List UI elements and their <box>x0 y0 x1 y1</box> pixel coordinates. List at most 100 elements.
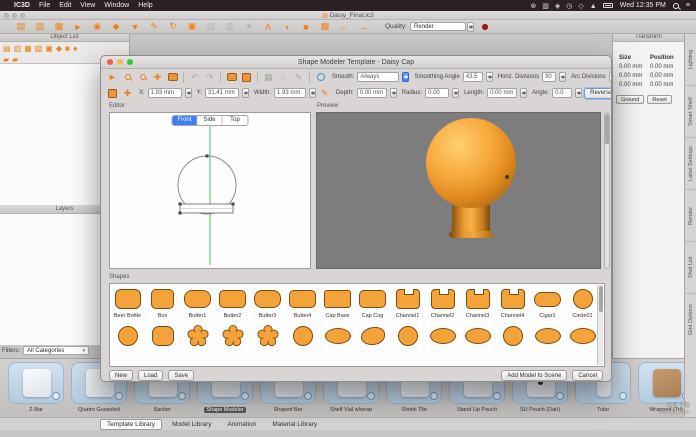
preview-canvas[interactable] <box>316 112 601 269</box>
shape-item[interactable] <box>495 321 530 348</box>
angle-field[interactable]: 0.0 <box>552 88 572 98</box>
shape-item-cigar1[interactable]: Cigar1 <box>530 284 565 319</box>
pen-tool-icon[interactable]: ✎ <box>147 21 161 32</box>
shape-item-channel3[interactable]: Channel3 <box>460 284 495 319</box>
shape-item-butter4[interactable]: Butter4 <box>285 284 320 319</box>
width-stepper[interactable] <box>309 88 316 98</box>
save-button[interactable]: Save <box>168 370 194 381</box>
duplicate-object-icon[interactable]: ▧ <box>35 44 43 53</box>
new-file-icon[interactable]: ▤ <box>14 21 28 32</box>
back-arrow-icon[interactable]: ← <box>337 22 351 32</box>
hand-tool-icon[interactable]: ◗ <box>280 22 294 32</box>
reset-button[interactable]: Reset <box>647 95 671 104</box>
side-tab-grid-options[interactable]: Grid Options <box>685 293 696 345</box>
smooth-dropdown[interactable]: Always <box>357 72 399 82</box>
new-button[interactable]: New <box>109 370 133 381</box>
side-tab-label-settings[interactable]: Label Settings <box>685 137 696 189</box>
cancel-button[interactable]: Cancel <box>572 370 603 381</box>
add-object-icon[interactable]: ▤ <box>3 44 11 53</box>
shape-item[interactable] <box>390 321 425 348</box>
shape-item[interactable] <box>250 321 285 348</box>
shape-item-channel1[interactable]: Channel1 <box>390 284 425 319</box>
shape-item[interactable] <box>320 321 355 348</box>
shape-item[interactable] <box>460 321 495 348</box>
width-field[interactable]: 1.93 mm <box>274 88 306 98</box>
undo-icon[interactable]: ↶ <box>188 71 201 84</box>
template-thumb-z-bar[interactable] <box>8 362 64 404</box>
shape-item[interactable] <box>565 321 600 348</box>
editor-canvas[interactable]: FrontSideTop <box>109 112 311 269</box>
group-object-icon[interactable]: ▦ <box>24 44 32 53</box>
cube-tool-icon[interactable]: ■ <box>299 22 313 32</box>
length-field[interactable]: 0.00 mm <box>487 88 517 98</box>
save-file-icon[interactable]: ▦ <box>52 21 66 32</box>
quality-stepper[interactable] <box>467 22 474 32</box>
tab-template-library[interactable]: Template Library <box>100 419 162 430</box>
import-tool-icon[interactable]: ▼ <box>128 22 142 32</box>
side-tab-render[interactable]: Render <box>685 189 696 241</box>
shape-item[interactable] <box>425 321 460 348</box>
arc-divisions-field[interactable]: 20 <box>609 72 611 82</box>
radius-stepper[interactable] <box>452 88 459 98</box>
hide-object-icon[interactable]: ◆ <box>56 44 62 53</box>
shape-item-cap-cog[interactable]: Cap Cog <box>355 284 390 319</box>
shape-item-circle01[interactable]: Circle01 <box>565 284 600 319</box>
length-stepper[interactable] <box>520 88 527 98</box>
shape-item[interactable] <box>355 321 390 348</box>
search-tool-icon[interactable]: ◉ <box>90 21 104 32</box>
tab-model-library[interactable]: Model Library <box>166 420 217 429</box>
arc-tool-icon[interactable]: ∩ <box>277 71 290 84</box>
y-field[interactable]: 31.41 mm <box>205 88 239 98</box>
fill-square-icon[interactable] <box>106 87 119 100</box>
shape-item[interactable] <box>530 321 565 348</box>
load-button[interactable]: Load <box>138 370 163 381</box>
x-field[interactable]: 1.93 mm <box>148 88 182 98</box>
marker-tool-icon[interactable] <box>240 71 253 84</box>
y-stepper[interactable] <box>242 88 249 98</box>
cursor-icon[interactable]: ► <box>106 71 119 84</box>
remove-object-icon[interactable]: ▥ <box>14 44 22 53</box>
shape-item-beer-bottle[interactable]: Beer Bottle <box>110 284 145 319</box>
zoom-region-icon[interactable] <box>136 71 149 84</box>
side-tab-shot-list[interactable]: Shot List <box>685 241 696 293</box>
shape-item-channel4[interactable]: Channel4 <box>495 284 530 319</box>
smoothing-angle-stepper[interactable] <box>486 72 493 82</box>
move-cross-icon[interactable]: ✚ <box>121 87 134 100</box>
shape-item[interactable] <box>110 321 145 348</box>
menu-ic3d[interactable]: IC3D <box>14 2 30 9</box>
dialog-titlebar[interactable]: Shape Modeler Template - Daisy Cap <box>101 56 611 69</box>
select-tool-icon[interactable]: ► <box>71 22 85 32</box>
pen-edit-tool-icon[interactable]: ✎ <box>292 71 305 84</box>
paint-tool-icon[interactable]: ◆ <box>109 21 123 32</box>
record-button[interactable] <box>482 24 488 30</box>
depth-field[interactable]: 0.00 mm <box>357 88 387 98</box>
lock-object-icon[interactable]: ▣ <box>45 44 53 53</box>
side-tab-lighting[interactable]: Lighting <box>685 33 696 85</box>
tab-material-library[interactable]: Material Library <box>266 420 323 429</box>
filters-dropdown[interactable]: All Categories ▾ <box>23 346 89 355</box>
rotate-tool-icon[interactable]: ↻ <box>166 21 180 32</box>
refresh-object-icon[interactable]: ● <box>73 44 78 53</box>
zoom-icon[interactable] <box>121 71 134 84</box>
rect-tool-icon[interactable] <box>225 71 238 84</box>
shape-item[interactable] <box>215 321 250 348</box>
depth-stepper[interactable] <box>390 88 397 98</box>
smooth-stepper[interactable] <box>402 72 409 82</box>
side-tab-smart-shelf[interactable]: Smart Shelf <box>685 85 696 137</box>
horiz-divisions-stepper[interactable] <box>559 72 566 82</box>
menu-edit[interactable]: Edit <box>59 2 71 9</box>
view-tab-front[interactable]: Front <box>173 116 198 125</box>
forward-arrow-icon[interactable]: → <box>356 22 370 32</box>
smooth-tool-icon[interactable] <box>314 71 327 84</box>
horiz-divisions-field[interactable]: 90 <box>542 72 556 82</box>
menu-help[interactable]: Help <box>138 2 152 9</box>
shape-item-butter2[interactable]: Butter2 <box>215 284 250 319</box>
open-file-icon[interactable]: ▧ <box>33 21 47 32</box>
shape-item[interactable] <box>285 321 320 348</box>
camera-tool-icon[interactable]: ▩ <box>318 21 332 32</box>
dialog-scrollbar[interactable] <box>604 112 610 269</box>
view-tab-side[interactable]: Side <box>198 116 223 125</box>
shape-arrow-icon[interactable] <box>166 71 179 84</box>
view-tab-top[interactable]: Top <box>223 116 248 125</box>
shape-item-butter1[interactable]: Butter1 <box>180 284 215 319</box>
